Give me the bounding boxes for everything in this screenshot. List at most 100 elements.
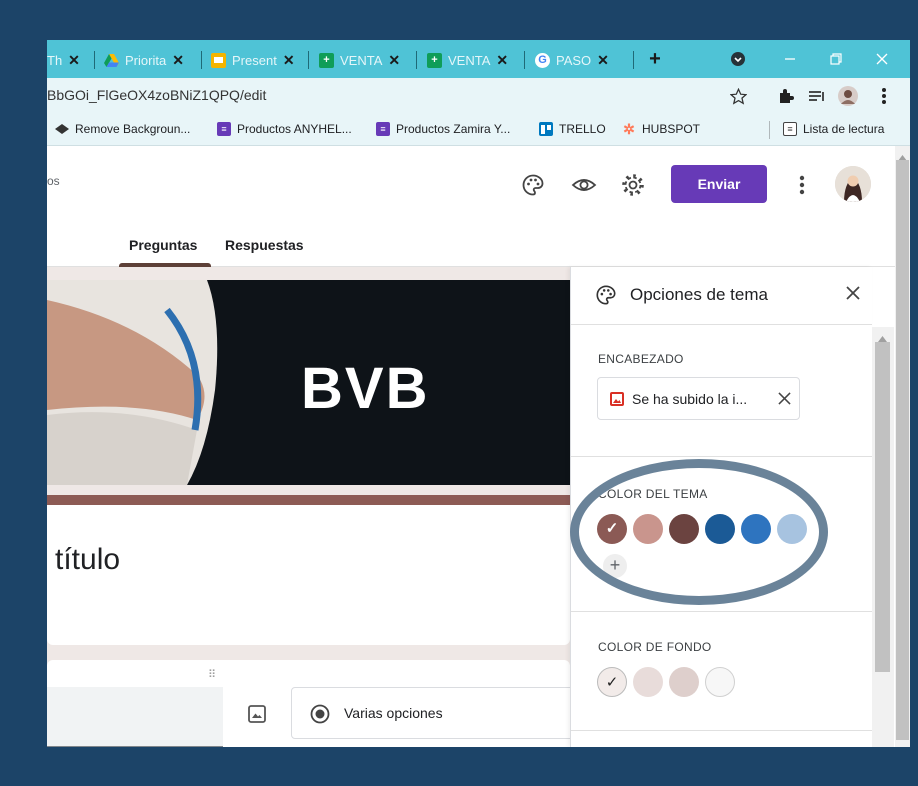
question-type-label: Varias opciones: [344, 705, 443, 721]
close-tab-icon[interactable]: ✕: [597, 52, 609, 69]
add-image-icon[interactable]: [247, 704, 267, 724]
bookmark-item[interactable]: ≡ Productos Zamira Y...: [376, 122, 510, 136]
bookmark-item[interactable]: ≡ Productos ANYHEL...: [217, 122, 352, 136]
restore-icon[interactable]: [825, 48, 847, 70]
browser-tab[interactable]: Present ✕: [211, 47, 295, 73]
tab-respuestas[interactable]: Respuestas: [225, 237, 304, 253]
banner-logo-text: BVB: [301, 356, 430, 421]
tab-separator: [201, 51, 202, 69]
reading-list-button[interactable]: ≡ Lista de lectura: [783, 122, 884, 136]
hubspot-icon: ✲: [623, 120, 635, 137]
bookmarks-bar: Remove Backgroun... ≡ Productos ANYHEL..…: [47, 114, 910, 146]
profile-icon[interactable]: [838, 86, 858, 106]
question-card: ⠿ Varias opciones: [47, 660, 581, 747]
panel-title: Opciones de tema: [630, 285, 768, 304]
form-title-card[interactable]: título: [47, 495, 570, 645]
section-divider: [571, 456, 872, 457]
form-title[interactable]: título: [55, 543, 120, 577]
reading-list-label: Lista de lectura: [803, 122, 885, 136]
bookmark-item[interactable]: Remove Backgroun...: [55, 122, 190, 136]
remove-bg-icon: [55, 122, 69, 136]
remove-upload-icon[interactable]: [778, 392, 791, 410]
settings-gear-icon[interactable]: [621, 173, 647, 199]
tab-preguntas[interactable]: Preguntas: [129, 237, 197, 253]
url-field[interactable]: BbGOi_FlGeOX4zoBNiZ1QPQ/edit: [47, 87, 266, 103]
trello-icon: [539, 122, 553, 136]
background-color-swatch[interactable]: [633, 667, 663, 697]
new-tab-button[interactable]: +: [644, 48, 666, 70]
list-icon: ≡: [217, 122, 231, 136]
header-section-label: ENCABEZADO: [598, 352, 684, 366]
browser-tab[interactable]: + VENTA ✕: [319, 47, 400, 73]
tab-title: Th: [47, 52, 63, 68]
more-menu-icon[interactable]: [874, 86, 894, 106]
bookmark-divider: [769, 121, 770, 139]
upload-chip[interactable]: Se ha subido la i...: [597, 377, 800, 420]
browser-tab[interactable]: Th ✕: [47, 47, 80, 73]
background-color-swatch[interactable]: ✓: [597, 667, 627, 697]
highlight-ellipse: [570, 459, 828, 605]
palette-icon: [595, 284, 617, 311]
close-tab-icon[interactable]: ✕: [388, 52, 400, 69]
preview-eye-icon[interactable]: [571, 173, 597, 199]
avatar[interactable]: [835, 166, 871, 202]
tab-title: Present: [232, 52, 277, 68]
more-options-icon[interactable]: [799, 174, 805, 196]
page-scrollbar-thumb[interactable]: [896, 160, 909, 740]
background-color-swatch[interactable]: [705, 667, 735, 697]
tab-separator: [416, 51, 417, 69]
tab-title: VENTA: [340, 52, 383, 68]
panel-header: Opciones de tema: [571, 267, 872, 325]
section-divider: [571, 730, 872, 731]
send-button[interactable]: Enviar: [671, 165, 767, 203]
bookmark-label: Remove Backgroun...: [75, 122, 191, 136]
bookmark-label: HUBSPOT: [642, 122, 701, 136]
list-icon: ≡: [376, 122, 390, 136]
reading-list-icon: ≡: [783, 122, 797, 136]
image-file-icon: [609, 391, 625, 412]
question-input[interactable]: [47, 687, 223, 747]
bookmark-label: Productos Zamira Y...: [396, 122, 511, 136]
bookmark-label: TRELLO: [559, 122, 606, 136]
minimize-icon[interactable]: [779, 48, 801, 70]
close-tab-icon[interactable]: ✕: [68, 52, 80, 69]
browser-tab[interactable]: G PASO ✕: [535, 47, 609, 73]
question-type-select[interactable]: Varias opciones: [291, 687, 581, 739]
address-bar: BbGOi_FlGeOX4zoBNiZ1QPQ/edit: [47, 78, 910, 114]
google-drive-icon: [104, 53, 119, 68]
upload-chip-text: Se ha subido la i...: [632, 391, 748, 407]
forms-header: os Enviar Preguntas Respuestas: [47, 146, 895, 267]
screenshot: Th ✕ Priorita ✕ Present ✕ + VENTA ✕ + VE…: [47, 40, 910, 747]
tab-separator: [633, 51, 634, 69]
close-icon[interactable]: [841, 281, 865, 305]
tab-separator: [308, 51, 309, 69]
google-sheets-icon: +: [319, 52, 334, 68]
radio-button-icon: [310, 704, 330, 729]
tab-title: PASO: [556, 52, 592, 68]
tab-separator: [524, 51, 525, 69]
close-window-icon[interactable]: [871, 48, 893, 70]
browser-tab[interactable]: + VENTA ✕: [427, 47, 508, 73]
background-color-label: COLOR DE FONDO: [598, 640, 712, 654]
close-tab-icon[interactable]: ✕: [172, 52, 184, 69]
panel-scrollbar-thumb[interactable]: [875, 342, 890, 672]
section-divider: [571, 611, 872, 612]
extensions-icon[interactable]: [776, 86, 796, 106]
reading-mode-icon[interactable]: [807, 86, 827, 106]
bookmark-item[interactable]: ✲ HUBSPOT: [622, 120, 701, 137]
close-tab-icon[interactable]: ✕: [496, 52, 508, 69]
google-icon: G: [535, 52, 550, 68]
palette-icon[interactable]: [521, 173, 547, 199]
google-slides-icon: [211, 52, 226, 68]
browser-tab[interactable]: Priorita ✕: [104, 47, 184, 73]
bookmark-star-icon[interactable]: [728, 86, 748, 106]
tab-separator: [94, 51, 95, 69]
tab-search-icon[interactable]: [727, 48, 749, 70]
browser-tab-strip: Th ✕ Priorita ✕ Present ✕ + VENTA ✕ + VE…: [47, 40, 910, 78]
google-sheets-icon: +: [427, 52, 442, 68]
close-tab-icon[interactable]: ✕: [283, 52, 295, 69]
background-color-swatch[interactable]: [669, 667, 699, 697]
drag-handle-icon[interactable]: ⠿: [208, 668, 217, 681]
bookmark-label: Productos ANYHEL...: [237, 122, 352, 136]
bookmark-item[interactable]: TRELLO: [539, 122, 606, 136]
